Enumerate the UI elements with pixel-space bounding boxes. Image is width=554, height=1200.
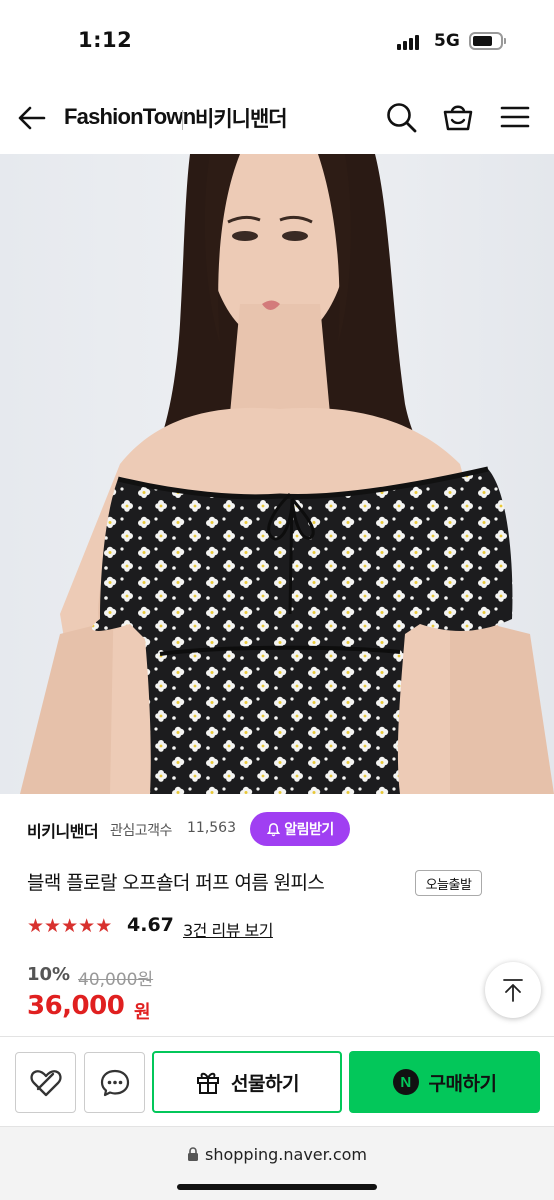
brand-logo[interactable]: FashionTown [64,104,196,130]
purchase-action-bar: 선물하기 N 구매하기 [0,1036,554,1126]
star-icon: ★ [44,915,62,937]
url-text: shopping.naver.com [204,1145,368,1164]
site-header: FashionTown 비키니밴더 [0,80,554,238]
home-indicator[interactable] [177,1184,377,1190]
gift-button-label: 선물하기 [231,1072,299,1095]
alarm-button[interactable]: 알림받기 [250,812,350,846]
star-icon: ★ [78,915,96,937]
battery-icon [469,32,506,50]
buy-button-label: 구매하기 [428,1072,497,1095]
url-display[interactable]: shopping.naver.com [0,1145,554,1164]
sale-price: 36,000 [27,991,125,1021]
back-arrow-icon[interactable] [16,102,48,134]
talk-button[interactable] [84,1052,145,1113]
arrow-up-icon [503,979,523,1002]
menu-icon[interactable] [498,100,532,134]
bell-icon [267,822,281,836]
search-icon[interactable] [384,100,418,134]
header-divider [182,110,183,130]
store-name-link[interactable]: 비키니밴더 [195,103,288,133]
rating-score: 4.67 [127,914,174,936]
product-title: 블랙 플로랄 오프숄더 퍼프 여름 원피스 [27,872,325,894]
product-photo-illustration [20,154,554,794]
buy-button[interactable]: N 구매하기 [349,1051,540,1113]
reviews-link[interactable]: 3건 리뷰 보기 [183,917,273,941]
star-icon: ★ [27,915,45,937]
chat-icon [100,1069,129,1096]
gift-button[interactable]: 선물하기 [152,1051,342,1113]
status-time: 1:12 [78,28,133,52]
browser-url-bar[interactable]: shopping.naver.com [0,1126,554,1200]
alarm-button-label: 알림받기 [284,822,334,838]
watchers-label: 관심고객수 [110,823,172,839]
rating-stars: ★ ★ ★ ★ ★ [27,915,112,937]
discount-rate: 10% [27,964,71,985]
star-icon: ★ [61,915,79,937]
watchers-count: 11,563 [187,820,236,836]
wishlist-button[interactable] [15,1052,76,1113]
status-bar: 1:12 5G [0,0,554,80]
delivery-tag: 오늘출발 [415,870,482,896]
product-image[interactable] [0,154,554,794]
star-icon: ★ [95,915,113,937]
original-price: 40,000원 [78,970,154,990]
npay-icon: N [392,1069,419,1095]
lock-icon [187,1147,198,1161]
price-unit: 원 [134,1002,151,1023]
network-label: 5G [434,31,460,51]
signal-icon [397,34,419,50]
basket-icon[interactable] [441,100,475,134]
product-store-name[interactable]: 비키니밴더 [27,818,99,842]
gift-icon [197,1072,220,1094]
scroll-top-button[interactable] [485,962,541,1018]
heart-icon [29,1069,62,1096]
